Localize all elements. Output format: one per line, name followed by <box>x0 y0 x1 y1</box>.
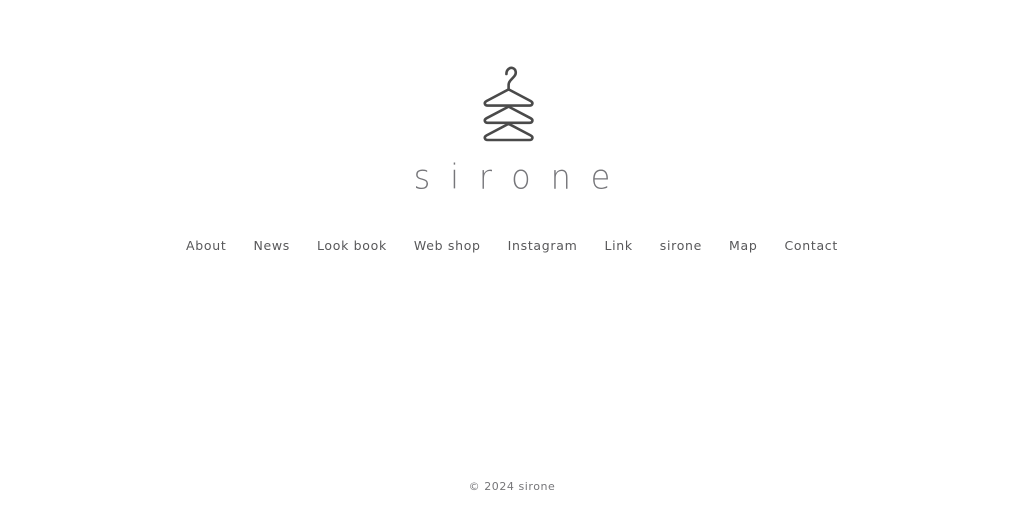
clothes-hanger-stack-icon <box>476 62 548 146</box>
copyright-text: © 2024 sirone <box>468 480 556 493</box>
nav-item-look-book[interactable]: Look book <box>303 237 400 255</box>
brand-wordmark: sirone <box>413 156 631 198</box>
nav-item-instagram[interactable]: Instagram <box>494 237 591 255</box>
page-root: sirone About News Look book Web shop Ins… <box>0 0 1024 505</box>
brand-block: sirone <box>0 62 1024 198</box>
nav-item-map[interactable]: Map <box>716 237 771 255</box>
nav-item-web-shop[interactable]: Web shop <box>400 237 494 255</box>
nav-item-about[interactable]: About <box>173 237 240 255</box>
main-navigation: About News Look book Web shop Instagram … <box>0 237 1024 255</box>
nav-item-link[interactable]: Link <box>591 237 646 255</box>
main-content-area <box>0 270 1024 470</box>
site-footer: © 2024 sirone <box>0 469 1024 505</box>
nav-item-news[interactable]: News <box>240 237 304 255</box>
nav-item-contact[interactable]: Contact <box>771 237 851 255</box>
nav-item-sirone[interactable]: sirone <box>646 237 715 255</box>
